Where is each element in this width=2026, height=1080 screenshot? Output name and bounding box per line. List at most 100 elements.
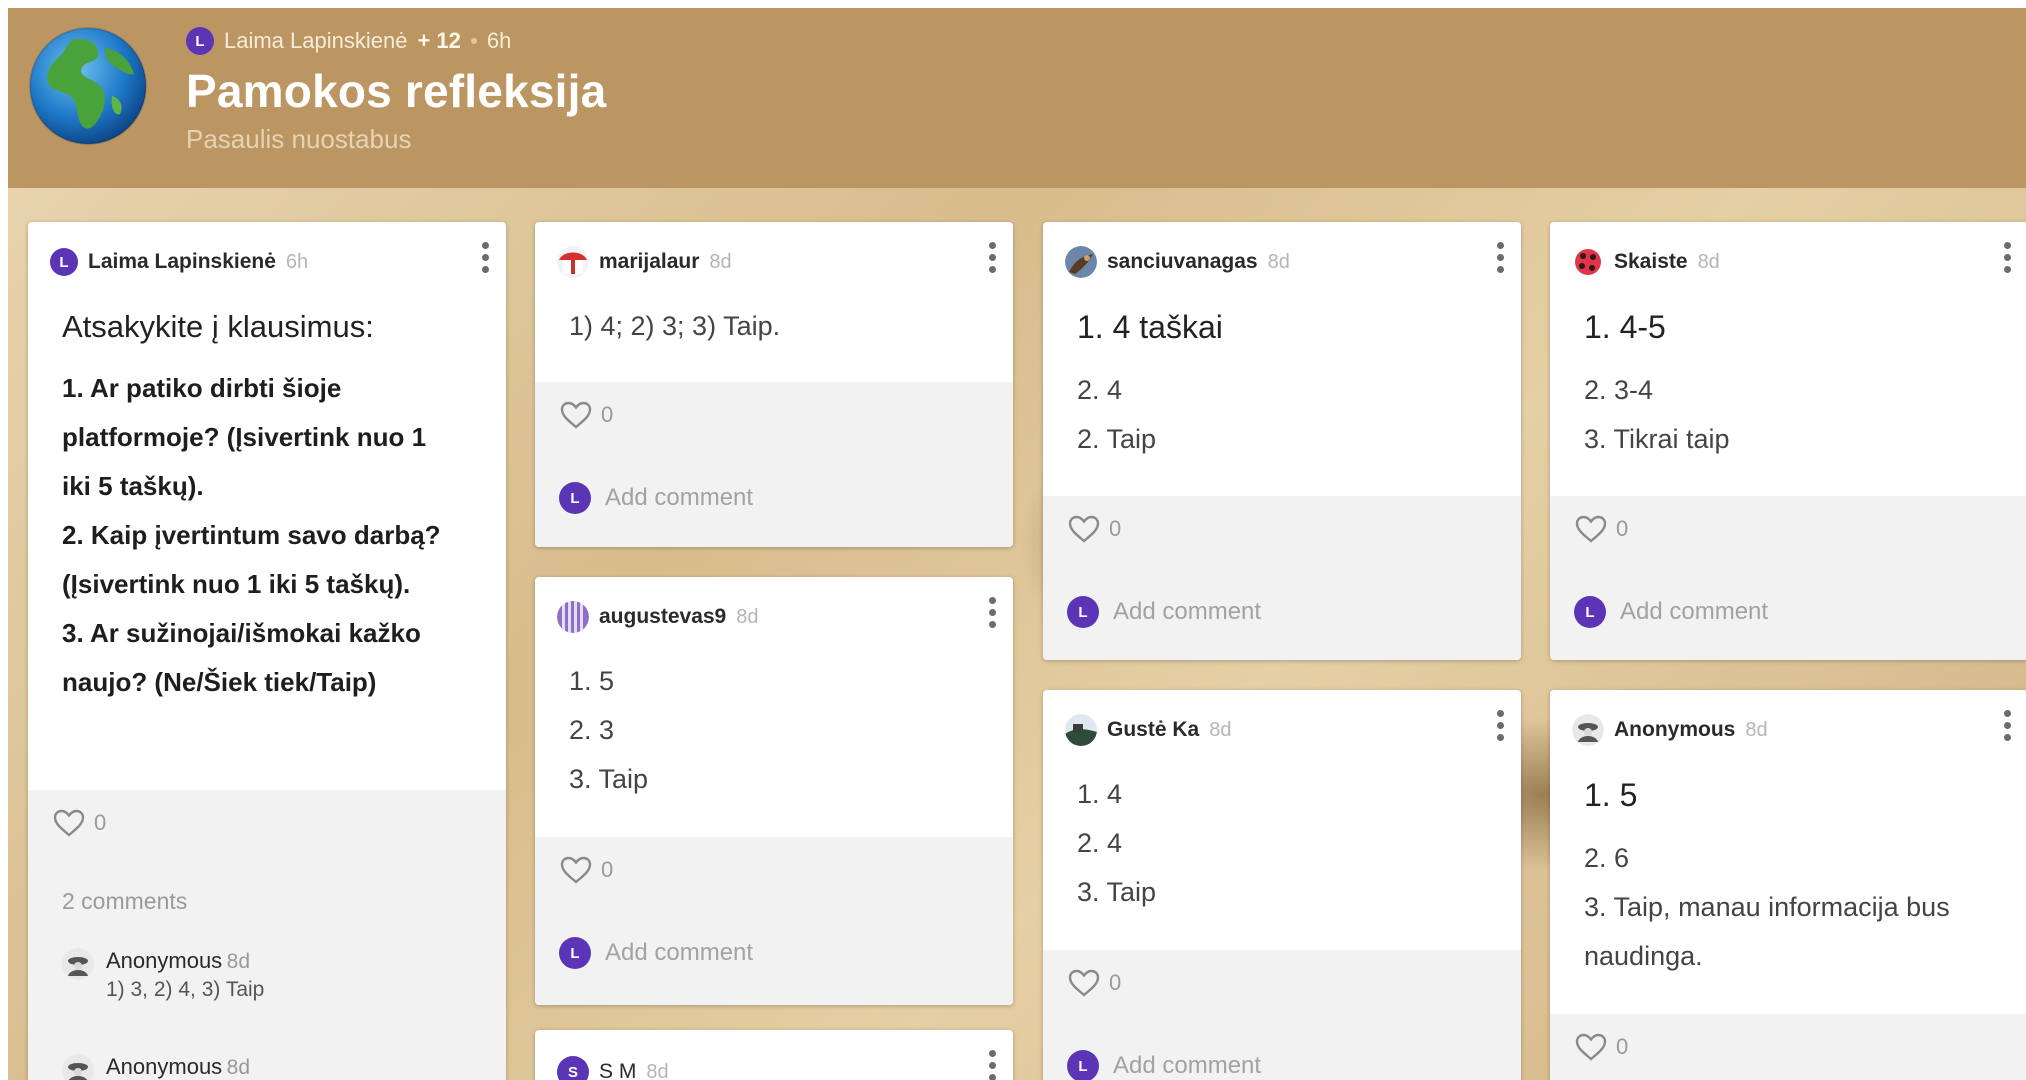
separator-dot bbox=[470, 38, 477, 44]
post-footer: 0 bbox=[1550, 1014, 2026, 1080]
heart-icon bbox=[560, 401, 592, 429]
post-age: 8d bbox=[709, 250, 732, 273]
post-body: 1. 5 2. 6 3. Taip, manau informacija bus… bbox=[1584, 770, 2004, 981]
post-card-laima[interactable]: L Laima Lapinskienė 6h Atsakykite į klau… bbox=[28, 222, 506, 1080]
post-footer: 0 L Add comment bbox=[1043, 950, 1521, 1080]
post-author[interactable]: S M bbox=[599, 1060, 636, 1080]
post-age: 8d bbox=[1209, 718, 1232, 741]
like-count: 0 bbox=[94, 810, 107, 835]
post-footer: 0 2 comments Anonymous 8d 1) 3, 2) 4, 3)… bbox=[28, 790, 506, 1080]
anonymous-avatar-icon bbox=[1572, 714, 1604, 746]
padlet-board: L Laima Lapinskienė + 12 6h Pamokos refl… bbox=[8, 8, 2026, 1080]
like-button[interactable]: 0 bbox=[52, 808, 106, 838]
post-heading: Atsakykite į klausimus: bbox=[62, 309, 374, 344]
post-line: 3. Tikrai taip bbox=[1584, 424, 1730, 454]
post-author[interactable]: sanciuvanagas bbox=[1107, 250, 1258, 274]
post-card-marijalaur[interactable]: marijalaur 8d 1) 4; 2) 3; 3) Taip. 0 L A… bbox=[535, 222, 1013, 547]
post-card-augustevas9[interactable]: augustevas9 8d 1. 5 2. 3 3. Taip 0 L Add… bbox=[535, 577, 1013, 1005]
like-button[interactable]: 0 bbox=[1574, 1032, 1628, 1062]
like-button[interactable]: 0 bbox=[559, 400, 613, 430]
avatar: L bbox=[559, 482, 591, 514]
comment-author[interactable]: Anonymous bbox=[106, 1054, 222, 1079]
comment-age: 8d bbox=[226, 1056, 250, 1079]
post-author[interactable]: Skaiste bbox=[1614, 250, 1688, 274]
post-footer: 0 L Add comment bbox=[535, 837, 1013, 1005]
more-options-icon[interactable] bbox=[981, 1044, 1003, 1080]
more-options-icon[interactable] bbox=[1996, 704, 2018, 746]
post-age: 8d bbox=[1697, 250, 1720, 273]
like-count: 0 bbox=[1109, 970, 1122, 995]
post-footer: 0 L Add comment bbox=[535, 382, 1013, 547]
add-comment-input[interactable]: L Add comment bbox=[559, 482, 753, 514]
like-button[interactable]: 0 bbox=[1574, 514, 1628, 544]
user-avatar-icon[interactable] bbox=[1572, 246, 1604, 278]
board-author[interactable]: Laima Lapinskienė bbox=[224, 28, 407, 54]
comments-count[interactable]: 2 comments bbox=[62, 888, 187, 915]
like-count: 0 bbox=[601, 857, 614, 882]
post-card-skaiste[interactable]: Skaiste 8d 1. 4-5 2. 3-4 3. Tikrai taip … bbox=[1550, 222, 2026, 660]
board-header: L Laima Lapinskienė + 12 6h Pamokos refl… bbox=[8, 8, 2026, 188]
add-comment-placeholder: Add comment bbox=[1113, 598, 1262, 625]
post-author[interactable]: Gustė Ka bbox=[1107, 718, 1199, 742]
post-author[interactable]: augustevas9 bbox=[599, 605, 726, 629]
avatar: L bbox=[559, 937, 591, 969]
post-card-anonymous[interactable]: Anonymous 8d 1. 5 2. 6 3. Taip, manau in… bbox=[1550, 690, 2026, 1080]
post-card-guste[interactable]: Gustė Ka 8d 1. 4 2. 4 3. Taip 0 L Add co… bbox=[1043, 690, 1521, 1080]
more-options-icon[interactable] bbox=[1489, 236, 1511, 278]
post-line: 3. Taip bbox=[569, 764, 649, 794]
post-author[interactable]: Anonymous bbox=[1614, 718, 1735, 742]
heart-icon bbox=[1068, 515, 1100, 543]
post-body: 1. 4-5 2. 3-4 3. Tikrai taip bbox=[1584, 302, 2004, 464]
post-line: 2. 3-4 bbox=[1584, 375, 1654, 405]
like-button[interactable]: 0 bbox=[559, 855, 613, 885]
user-avatar-icon[interactable] bbox=[557, 246, 589, 278]
add-comment-input[interactable]: L Add comment bbox=[559, 937, 753, 969]
board-meta: L Laima Lapinskienė + 12 6h bbox=[186, 26, 511, 56]
like-button[interactable]: 0 bbox=[1067, 514, 1121, 544]
post-line: 2. 4 bbox=[1077, 375, 1123, 405]
heart-icon bbox=[1575, 1033, 1607, 1061]
add-comment-input[interactable]: L Add comment bbox=[1067, 596, 1261, 628]
post-body: 1. 5 2. 3 3. Taip bbox=[569, 657, 989, 804]
post-header: augustevas9 8d bbox=[557, 599, 999, 635]
post-card-sm[interactable]: S S M 8d bbox=[535, 1030, 1013, 1080]
heart-icon bbox=[1068, 969, 1100, 997]
post-line: 1. 5 bbox=[569, 666, 615, 696]
comment-age: 8d bbox=[226, 950, 250, 973]
post-line: (Įsivertink nuo 1 iki 5 taškų). bbox=[62, 569, 411, 599]
post-line: 2. 6 bbox=[1584, 843, 1630, 873]
avatar: L bbox=[1067, 596, 1099, 628]
author-avatar[interactable]: L bbox=[186, 27, 214, 55]
add-comment-placeholder: Add comment bbox=[605, 939, 754, 966]
comment-author[interactable]: Anonymous bbox=[106, 948, 222, 973]
post-card-sanciuvanagas[interactable]: sanciuvanagas 8d 1. 4 taškai 2. 4 2. Tai… bbox=[1043, 222, 1521, 660]
user-avatar-icon[interactable] bbox=[1065, 714, 1097, 746]
heart-icon bbox=[1575, 515, 1607, 543]
avatar[interactable]: L bbox=[50, 248, 78, 276]
more-options-icon[interactable] bbox=[981, 591, 1003, 633]
more-options-icon[interactable] bbox=[981, 236, 1003, 278]
user-avatar-icon[interactable] bbox=[1065, 246, 1097, 278]
add-comment-placeholder: Add comment bbox=[1113, 1052, 1262, 1079]
heart-icon bbox=[560, 856, 592, 884]
post-line: naudinga. bbox=[1584, 941, 1703, 971]
more-options-icon[interactable] bbox=[474, 236, 496, 278]
post-author[interactable]: Laima Lapinskienė bbox=[88, 250, 276, 274]
heart-icon bbox=[53, 809, 85, 837]
post-author[interactable]: marijalaur bbox=[599, 250, 699, 274]
globe-icon bbox=[29, 27, 147, 145]
add-comment-input[interactable]: L Add comment bbox=[1067, 1050, 1261, 1080]
post-body: 1. 4 taškai 2. 4 2. Taip bbox=[1077, 302, 1497, 464]
user-avatar-icon[interactable] bbox=[557, 601, 589, 633]
avatar[interactable]: S bbox=[557, 1056, 589, 1080]
add-comment-input[interactable]: L Add comment bbox=[1574, 596, 1768, 628]
post-body: Atsakykite į klausimus: 1. Ar patiko dir… bbox=[62, 302, 482, 707]
add-comment-placeholder: Add comment bbox=[1620, 598, 1769, 625]
more-options-icon[interactable] bbox=[1489, 704, 1511, 746]
post-line: iki 5 taškų). bbox=[62, 471, 204, 501]
more-options-icon[interactable] bbox=[1996, 236, 2018, 278]
contributors-count[interactable]: + 12 bbox=[417, 28, 460, 54]
post-header: sanciuvanagas 8d bbox=[1065, 244, 1507, 280]
like-button[interactable]: 0 bbox=[1067, 968, 1121, 998]
post-age: 8d bbox=[1745, 718, 1768, 741]
